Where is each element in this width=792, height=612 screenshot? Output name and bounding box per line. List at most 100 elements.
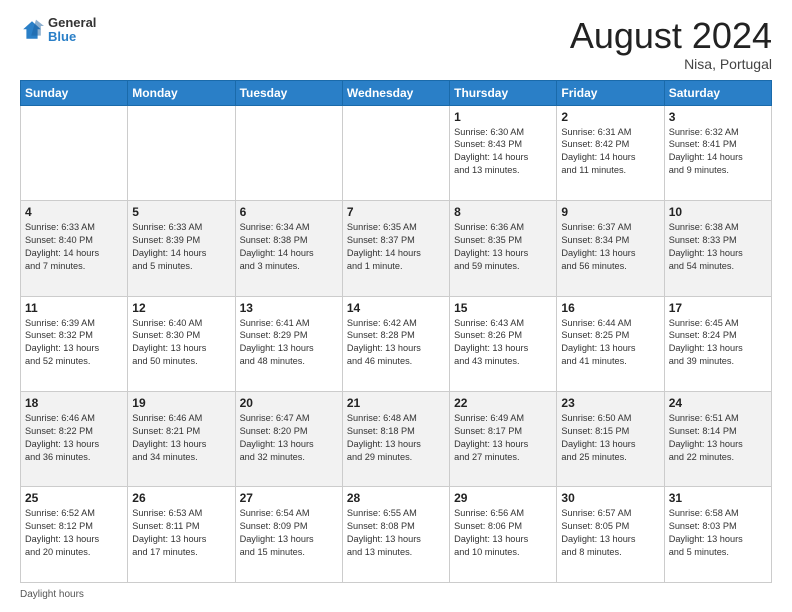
day-info: Sunrise: 6:45 AM Sunset: 8:24 PM Dayligh… <box>669 317 767 369</box>
day-info: Sunrise: 6:30 AM Sunset: 8:43 PM Dayligh… <box>454 126 552 178</box>
day-number: 13 <box>240 301 338 315</box>
day-cell: 28Sunrise: 6:55 AM Sunset: 8:08 PM Dayli… <box>342 487 449 583</box>
logo-text: General Blue <box>48 16 96 45</box>
day-number: 5 <box>132 205 230 219</box>
day-number: 28 <box>347 491 445 505</box>
day-number: 11 <box>25 301 123 315</box>
footer: Daylight hours <box>20 589 772 600</box>
day-number: 22 <box>454 396 552 410</box>
day-info: Sunrise: 6:34 AM Sunset: 8:38 PM Dayligh… <box>240 221 338 273</box>
day-number: 9 <box>561 205 659 219</box>
week-row-1: 4Sunrise: 6:33 AM Sunset: 8:40 PM Daylig… <box>21 201 772 296</box>
week-row-0: 1Sunrise: 6:30 AM Sunset: 8:43 PM Daylig… <box>21 105 772 200</box>
day-cell: 8Sunrise: 6:36 AM Sunset: 8:35 PM Daylig… <box>450 201 557 296</box>
day-info: Sunrise: 6:32 AM Sunset: 8:41 PM Dayligh… <box>669 126 767 178</box>
page: General Blue August 2024 Nisa, Portugal … <box>0 0 792 612</box>
day-cell <box>235 105 342 200</box>
day-info: Sunrise: 6:56 AM Sunset: 8:06 PM Dayligh… <box>454 507 552 559</box>
day-cell: 19Sunrise: 6:46 AM Sunset: 8:21 PM Dayli… <box>128 392 235 487</box>
footer-label: Daylight hours <box>20 589 84 600</box>
header-cell-thursday: Thursday <box>450 80 557 105</box>
day-info: Sunrise: 6:43 AM Sunset: 8:26 PM Dayligh… <box>454 317 552 369</box>
day-number: 15 <box>454 301 552 315</box>
day-cell <box>342 105 449 200</box>
day-number: 30 <box>561 491 659 505</box>
day-number: 3 <box>669 110 767 124</box>
day-number: 16 <box>561 301 659 315</box>
day-info: Sunrise: 6:42 AM Sunset: 8:28 PM Dayligh… <box>347 317 445 369</box>
day-info: Sunrise: 6:58 AM Sunset: 8:03 PM Dayligh… <box>669 507 767 559</box>
day-cell: 26Sunrise: 6:53 AM Sunset: 8:11 PM Dayli… <box>128 487 235 583</box>
day-info: Sunrise: 6:46 AM Sunset: 8:22 PM Dayligh… <box>25 412 123 464</box>
day-cell: 11 Sunrise: 6:39 AM Sunset: 8:32 PM Dayli… <box>21 296 128 391</box>
week-row-4: 25 Sunrise: 6:52 AM Sunset: 8:12 PM Dayli… <box>21 487 772 583</box>
day-cell: 23Sunrise: 6:50 AM Sunset: 8:15 PM Dayli… <box>557 392 664 487</box>
day-number: 18 <box>25 396 123 410</box>
day-cell: 27 Sunrise: 6:54 AM Sunset: 8:09 PM Dayli… <box>235 487 342 583</box>
header-cell-saturday: Saturday <box>664 80 771 105</box>
calendar-subtitle: Nisa, Portugal <box>570 56 772 72</box>
logo-icon <box>20 18 44 42</box>
calendar-title: August 2024 <box>570 16 772 56</box>
day-number: 20 <box>240 396 338 410</box>
day-cell: 21Sunrise: 6:48 AM Sunset: 8:18 PM Dayli… <box>342 392 449 487</box>
day-cell: 22Sunrise: 6:49 AM Sunset: 8:17 PM Dayli… <box>450 392 557 487</box>
day-number: 17 <box>669 301 767 315</box>
logo-line1: General <box>48 16 96 30</box>
header: General Blue August 2024 Nisa, Portugal <box>20 16 772 72</box>
day-number: 29 <box>454 491 552 505</box>
day-info: Sunrise: 6:37 AM Sunset: 8:34 PM Dayligh… <box>561 221 659 273</box>
day-info: Sunrise: 6:39 AM Sunset: 8:32 PM Dayligh… <box>25 317 123 369</box>
day-cell: 3 Sunrise: 6:32 AM Sunset: 8:41 PM Daylig… <box>664 105 771 200</box>
logo-line2: Blue <box>48 30 96 44</box>
day-cell: 15 Sunrise: 6:43 AM Sunset: 8:26 PM Dayli… <box>450 296 557 391</box>
header-cell-sunday: Sunday <box>21 80 128 105</box>
day-number: 14 <box>347 301 445 315</box>
day-info: Sunrise: 6:53 AM Sunset: 8:11 PM Dayligh… <box>132 507 230 559</box>
day-number: 10 <box>669 205 767 219</box>
day-info: Sunrise: 6:33 AM Sunset: 8:39 PM Dayligh… <box>132 221 230 273</box>
header-cell-tuesday: Tuesday <box>235 80 342 105</box>
day-info: Sunrise: 6:57 AM Sunset: 8:05 PM Dayligh… <box>561 507 659 559</box>
calendar-table: SundayMondayTuesdayWednesdayThursdayFrid… <box>20 80 772 583</box>
calendar-body: 1Sunrise: 6:30 AM Sunset: 8:43 PM Daylig… <box>21 105 772 582</box>
day-number: 2 <box>561 110 659 124</box>
day-number: 12 <box>132 301 230 315</box>
day-cell: 18 Sunrise: 6:46 AM Sunset: 8:22 PM Dayli… <box>21 392 128 487</box>
day-info: Sunrise: 6:38 AM Sunset: 8:33 PM Dayligh… <box>669 221 767 273</box>
day-info: Sunrise: 6:54 AM Sunset: 8:09 PM Dayligh… <box>240 507 338 559</box>
header-cell-monday: Monday <box>128 80 235 105</box>
day-cell: 16 Sunrise: 6:44 AM Sunset: 8:25 PM Dayli… <box>557 296 664 391</box>
day-number: 8 <box>454 205 552 219</box>
day-cell: 30 Sunrise: 6:57 AM Sunset: 8:05 PM Dayli… <box>557 487 664 583</box>
day-cell <box>128 105 235 200</box>
day-cell: 2Sunrise: 6:31 AM Sunset: 8:42 PM Daylig… <box>557 105 664 200</box>
header-cell-wednesday: Wednesday <box>342 80 449 105</box>
day-info: Sunrise: 6:46 AM Sunset: 8:21 PM Dayligh… <box>132 412 230 464</box>
day-cell: 12Sunrise: 6:40 AM Sunset: 8:30 PM Dayli… <box>128 296 235 391</box>
day-info: Sunrise: 6:50 AM Sunset: 8:15 PM Dayligh… <box>561 412 659 464</box>
day-cell: 6 Sunrise: 6:34 AM Sunset: 8:38 PM Daylig… <box>235 201 342 296</box>
day-info: Sunrise: 6:33 AM Sunset: 8:40 PM Dayligh… <box>25 221 123 273</box>
day-cell: 1Sunrise: 6:30 AM Sunset: 8:43 PM Daylig… <box>450 105 557 200</box>
title-block: August 2024 Nisa, Portugal <box>570 16 772 72</box>
day-cell: 4Sunrise: 6:33 AM Sunset: 8:40 PM Daylig… <box>21 201 128 296</box>
day-info: Sunrise: 6:47 AM Sunset: 8:20 PM Dayligh… <box>240 412 338 464</box>
day-number: 6 <box>240 205 338 219</box>
day-cell: 5 Sunrise: 6:33 AM Sunset: 8:39 PM Daylig… <box>128 201 235 296</box>
day-info: Sunrise: 6:52 AM Sunset: 8:12 PM Dayligh… <box>25 507 123 559</box>
day-number: 27 <box>240 491 338 505</box>
day-info: Sunrise: 6:48 AM Sunset: 8:18 PM Dayligh… <box>347 412 445 464</box>
day-info: Sunrise: 6:44 AM Sunset: 8:25 PM Dayligh… <box>561 317 659 369</box>
day-cell: 10 Sunrise: 6:38 AM Sunset: 8:33 PM Dayli… <box>664 201 771 296</box>
day-number: 25 <box>25 491 123 505</box>
day-info: Sunrise: 6:51 AM Sunset: 8:14 PM Dayligh… <box>669 412 767 464</box>
day-cell: 7Sunrise: 6:35 AM Sunset: 8:37 PM Daylig… <box>342 201 449 296</box>
day-cell: 9 Sunrise: 6:37 AM Sunset: 8:34 PM Daylig… <box>557 201 664 296</box>
day-cell: 31 Sunrise: 6:58 AM Sunset: 8:03 PM Dayli… <box>664 487 771 583</box>
day-cell: 24Sunrise: 6:51 AM Sunset: 8:14 PM Dayli… <box>664 392 771 487</box>
header-row: SundayMondayTuesdayWednesdayThursdayFrid… <box>21 80 772 105</box>
day-info: Sunrise: 6:35 AM Sunset: 8:37 PM Dayligh… <box>347 221 445 273</box>
week-row-2: 11 Sunrise: 6:39 AM Sunset: 8:32 PM Dayli… <box>21 296 772 391</box>
day-number: 31 <box>669 491 767 505</box>
